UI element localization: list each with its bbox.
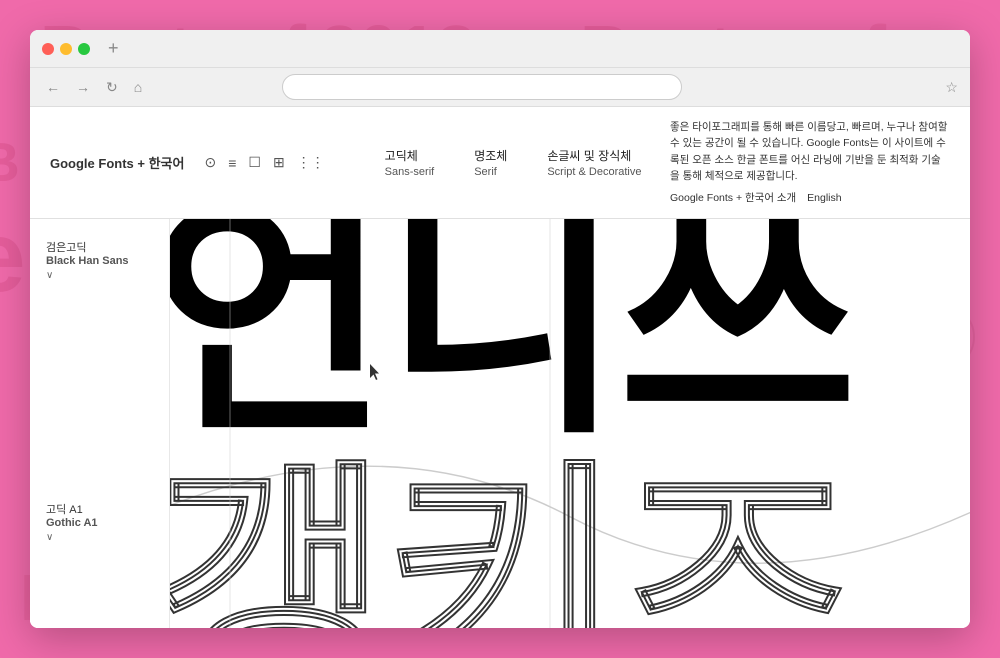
- nav-icons: ⊙ ≡ ☐ ⊞ ⋮⋮: [204, 154, 324, 171]
- new-tab-button[interactable]: +: [108, 38, 119, 59]
- page-content: Google Fonts + 한국어 ⊙ ≡ ☐ ⊞ ⋮⋮ 고딕체 Sans-s…: [30, 107, 970, 628]
- close-button[interactable]: [42, 43, 54, 55]
- font-item-gothic-a1: 고딕 A1 Gothic A1 ∨: [46, 501, 153, 543]
- title-bar: +: [30, 30, 970, 68]
- forward-button[interactable]: →: [72, 77, 94, 97]
- nav-script-sub: Script & Decorative: [547, 166, 641, 178]
- copy-icon[interactable]: ☐: [248, 154, 261, 171]
- back-button[interactable]: ←: [42, 77, 64, 97]
- nav-section-serif: 명조체 Serif: [474, 147, 507, 178]
- korean-top-text: 언니쓰: [170, 219, 970, 449]
- refresh-button[interactable]: ↻: [102, 77, 122, 98]
- maximize-button[interactable]: [78, 43, 90, 55]
- nav-gothic-title[interactable]: 고딕체: [385, 147, 435, 164]
- about-link[interactable]: Google Fonts + 한국어 소개: [670, 192, 796, 204]
- home-button[interactable]: ⌂: [130, 77, 146, 97]
- font-chevron-1[interactable]: ∨: [46, 270, 153, 281]
- font-item-black-han-sans: 검은고딕 Black Han Sans ∨: [46, 239, 153, 281]
- nav-menu: 고딕체 Sans-serif 명조체 Serif 손글씨 및 장식체 Scrip…: [385, 147, 670, 178]
- korean-display: 언니쓰 갱키즈: [170, 219, 970, 628]
- nav-section-script: 손글씨 및 장식체 Script & Decorative: [547, 147, 641, 178]
- font-ko-name-2: 고딕 A1: [46, 501, 153, 517]
- nav-description: 좋은 타이포그래피를 통해 빠른 이름당고, 빠르며, 누구나 참여할 수 있는…: [670, 119, 950, 206]
- bookmark-button[interactable]: ☆: [945, 79, 958, 96]
- nav-serif-sub: Serif: [474, 166, 507, 178]
- font-en-name-2: Gothic A1: [46, 517, 153, 529]
- grid-icon[interactable]: ⊞: [273, 154, 285, 171]
- browser-window: + ← → ↻ ⌂ ☆ Google Fonts + 한국어 ⊙ ≡ ☐ ⊞ ⋮…: [30, 30, 970, 628]
- minimize-button[interactable]: [60, 43, 72, 55]
- address-bar[interactable]: [282, 74, 682, 100]
- font-en-name-1: Black Han Sans: [46, 255, 153, 267]
- font-ko-name-1: 검은고딕: [46, 239, 153, 255]
- nav-description-links: Google Fonts + 한국어 소개 English: [670, 190, 950, 206]
- font-chevron-2[interactable]: ∨: [46, 532, 153, 543]
- site-navbar: Google Fonts + 한국어 ⊙ ≡ ☐ ⊞ ⋮⋮ 고딕체 Sans-s…: [30, 107, 970, 219]
- main-content: 언니쓰 갱키즈: [170, 219, 970, 628]
- menu-icon[interactable]: ≡: [228, 155, 236, 171]
- nav-serif-title[interactable]: 명조체: [474, 147, 507, 164]
- toolbar: ← → ↻ ⌂ ☆: [30, 68, 970, 107]
- search-icon[interactable]: ⊙: [204, 154, 216, 171]
- sidebar: 검은고딕 Black Han Sans ∨ 고딕 A1 Gothic A1 ∨ …: [30, 219, 170, 628]
- nav-section-gothic: 고딕체 Sans-serif: [385, 147, 435, 178]
- page-body: 검은고딕 Black Han Sans ∨ 고딕 A1 Gothic A1 ∨ …: [30, 219, 970, 628]
- site-logo: Google Fonts + 한국어: [50, 153, 184, 172]
- korean-bottom-text: 갱키즈: [170, 460, 970, 628]
- nav-gothic-sub: Sans-serif: [385, 166, 435, 178]
- english-link[interactable]: English: [807, 192, 841, 204]
- browser-chrome: + ← → ↻ ⌂ ☆: [30, 30, 970, 107]
- dots-icon[interactable]: ⋮⋮: [297, 154, 325, 171]
- nav-description-text: 좋은 타이포그래피를 통해 빠른 이름당고, 빠르며, 누구나 참여할 수 있는…: [670, 119, 950, 184]
- nav-script-title[interactable]: 손글씨 및 장식체: [547, 147, 641, 164]
